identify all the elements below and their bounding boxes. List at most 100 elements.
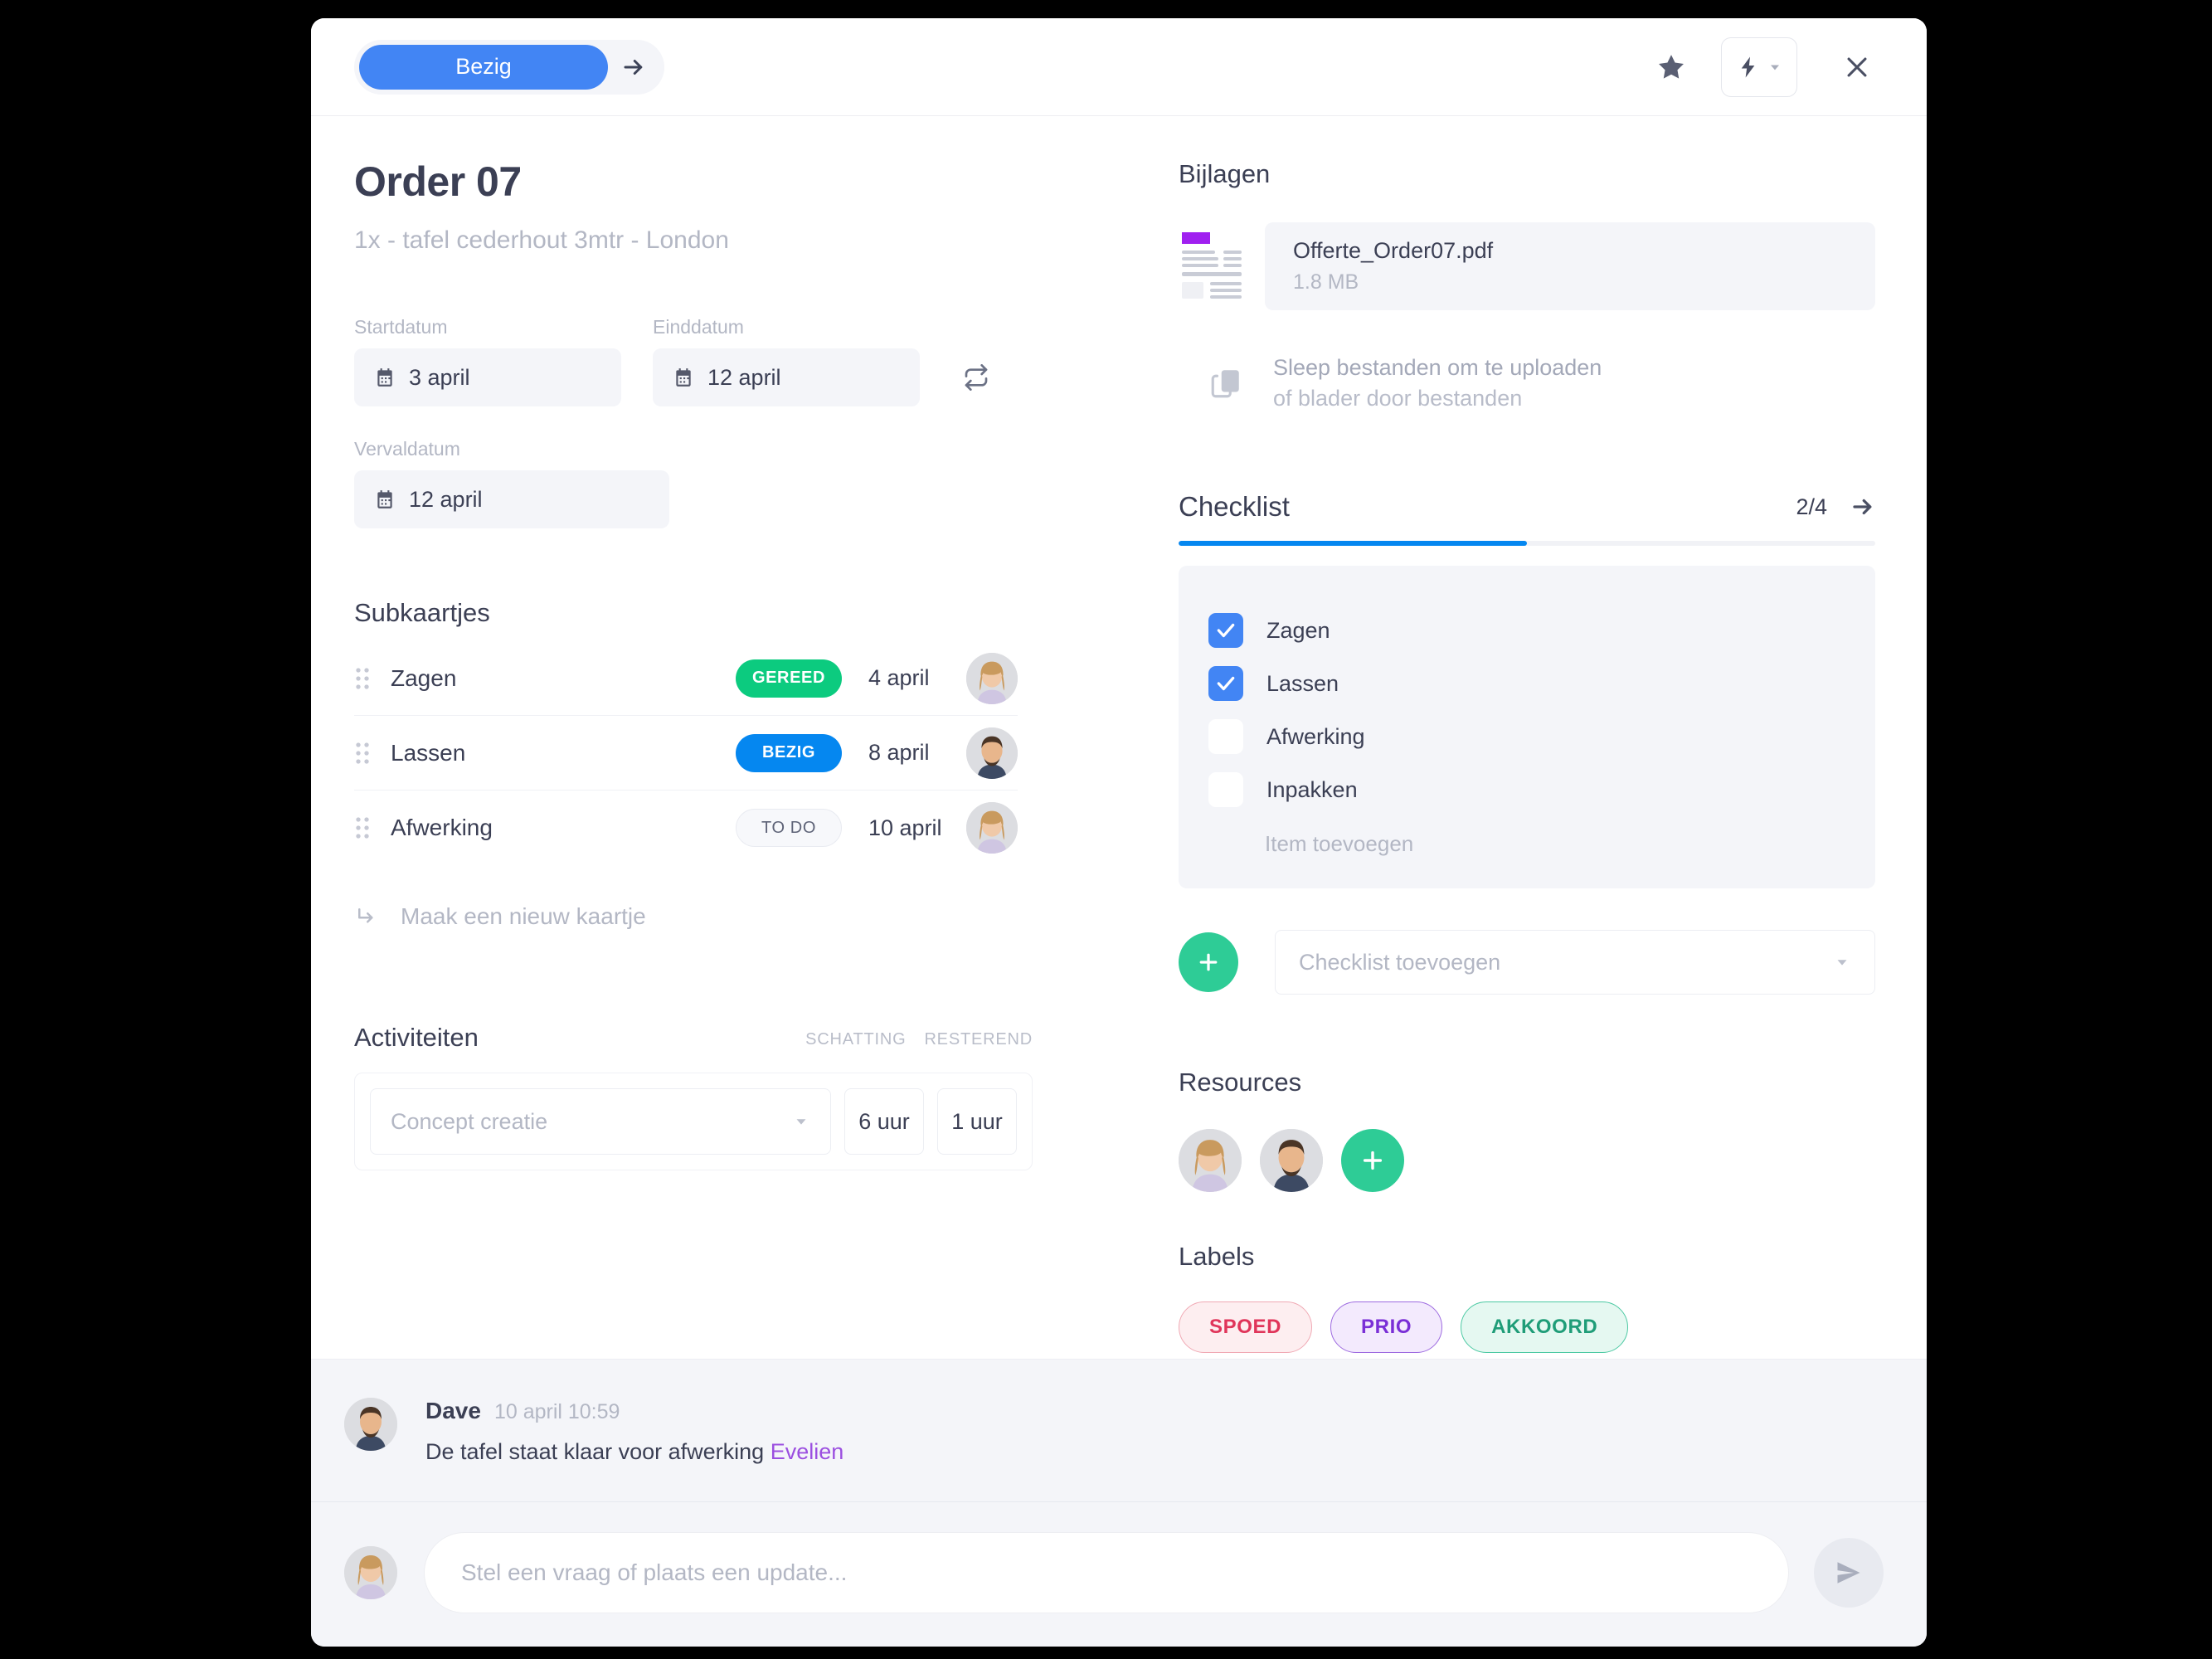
resources-avatars xyxy=(1179,1129,1875,1192)
close-window-button[interactable] xyxy=(1832,42,1882,92)
avatar[interactable] xyxy=(966,802,1018,854)
status-next-button[interactable] xyxy=(608,45,659,90)
labels-section: Labels SPOED PRIO AKKOORD xyxy=(1179,1242,1875,1353)
due-date-input[interactable]: 12 april xyxy=(354,470,669,528)
status-badge[interactable]: TO DO xyxy=(736,809,842,847)
activities-heading: Activiteiten xyxy=(354,1023,479,1052)
checklist-template-select[interactable]: Checklist toevoegen xyxy=(1275,930,1875,995)
checkbox-unchecked-icon[interactable] xyxy=(1208,719,1243,754)
calendar-icon xyxy=(673,367,694,388)
card-detail-window: Bezig Order 07 1x - tafel cederhout 3mtr… xyxy=(311,18,1927,1647)
start-date-value: 3 april xyxy=(409,364,470,390)
create-new-card-button[interactable]: Maak een nieuw kaartje xyxy=(354,903,1149,930)
subcard-date: 8 april xyxy=(868,740,930,765)
dates-row: Startdatum 3 april Einddatum 12 april xyxy=(354,316,1149,406)
table-row[interactable]: Lassen BEZIG 8 april xyxy=(354,716,1018,791)
resources-heading: Resources xyxy=(1179,1068,1302,1097)
avatar[interactable] xyxy=(344,1546,397,1599)
footer: Dave 10 april 10:59 De tafel staat klaar… xyxy=(311,1359,1927,1647)
add-checklist-item-button[interactable]: Item toevoegen xyxy=(1179,831,1875,857)
comment-item: Dave 10 april 10:59 De tafel staat klaar… xyxy=(311,1360,1927,1502)
checkbox-checked-icon[interactable] xyxy=(1208,666,1243,701)
activity-remaining-value[interactable]: 1 uur xyxy=(937,1088,1017,1155)
subcards-heading: Subkaartjes xyxy=(354,598,490,627)
avatar[interactable] xyxy=(966,727,1018,779)
list-item[interactable]: Zagen xyxy=(1179,604,1875,657)
page-title: Order 07 xyxy=(354,158,522,205)
dropzone-line-1: Sleep bestanden om te uploaden xyxy=(1273,355,1602,380)
add-checklist-button[interactable] xyxy=(1179,932,1238,992)
plus-icon xyxy=(1199,953,1218,971)
comment-text: De tafel staat klaar voor afwerking Evel… xyxy=(425,1439,843,1465)
avatar[interactable] xyxy=(966,652,1018,704)
send-comment-button[interactable] xyxy=(1814,1538,1884,1608)
comment-author: Dave xyxy=(425,1398,481,1423)
left-column: Order 07 1x - tafel cederhout 3mtr - Lon… xyxy=(311,159,1149,1359)
copy-files-icon xyxy=(1208,366,1243,401)
comment-composer: Stel een vraag of plaats een update... xyxy=(311,1502,1927,1647)
attachment-card[interactable]: Offerte_Order07.pdf 1.8 MB xyxy=(1265,222,1875,310)
due-date-label: Vervaldatum xyxy=(354,438,460,460)
table-row[interactable]: Zagen GEREED 4 april xyxy=(354,641,1018,716)
swap-arrows-icon xyxy=(965,364,988,391)
calendar-icon xyxy=(374,367,396,388)
avatar[interactable] xyxy=(344,1398,397,1451)
drag-handle-icon[interactable] xyxy=(354,666,391,691)
checkbox-unchecked-icon[interactable] xyxy=(1208,772,1243,807)
status-badge[interactable]: BEZIG xyxy=(736,733,842,772)
end-date-label: Einddatum xyxy=(653,316,744,338)
dropzone-line-2: of blader door bestanden xyxy=(1273,386,1523,411)
checklist-expand-button[interactable] xyxy=(1850,494,1875,519)
automations-button[interactable] xyxy=(1721,36,1797,97)
list-item[interactable]: Inpakken xyxy=(1179,763,1875,816)
subcard-name: Afwerking xyxy=(391,815,493,840)
favorite-star-button[interactable] xyxy=(1646,42,1696,92)
checklist-heading: Checklist xyxy=(1179,491,1290,522)
checklist-item-label: Zagen xyxy=(1266,617,1330,643)
checkbox-checked-icon[interactable] xyxy=(1208,613,1243,648)
due-date-group: Vervaldatum 12 april xyxy=(354,438,1149,528)
attachment-file-name: Offerte_Order07.pdf xyxy=(1293,238,1494,263)
close-icon xyxy=(1847,57,1867,76)
subcard-date: 4 april xyxy=(868,665,930,690)
drag-handle-icon[interactable] xyxy=(354,815,391,840)
activity-type-select[interactable]: Concept creatie xyxy=(370,1088,831,1155)
label-chip-prio[interactable]: PRIO xyxy=(1330,1301,1443,1353)
drag-handle-icon[interactable] xyxy=(354,741,391,766)
status-badge[interactable]: GEREED xyxy=(736,659,842,698)
activities-header: Activiteiten SCHATTING RESTEREND xyxy=(354,1023,1033,1053)
activity-type-value: Concept creatie xyxy=(391,1108,548,1134)
send-icon xyxy=(1837,1562,1860,1584)
star-icon xyxy=(1659,54,1684,79)
start-date-input[interactable]: 3 april xyxy=(354,348,621,406)
comment-input[interactable]: Stel een vraag of plaats een update... xyxy=(424,1532,1789,1613)
due-date-value: 12 april xyxy=(409,486,483,512)
list-item[interactable]: Afwerking xyxy=(1179,710,1875,763)
right-column: Bijlagen Offerte_Order07.pdf 1.8 MB Slee… xyxy=(1149,159,1927,1359)
comment-body: Dave 10 april 10:59 De tafel staat klaar… xyxy=(425,1398,843,1465)
status-button-bezig[interactable]: Bezig xyxy=(359,44,608,90)
plus-icon xyxy=(1363,1151,1383,1170)
file-dropzone[interactable]: Sleep bestanden om te uploaden of blader… xyxy=(1179,355,1875,411)
attachment-item[interactable]: Offerte_Order07.pdf 1.8 MB xyxy=(1179,222,1875,310)
end-date-input[interactable]: 12 april xyxy=(653,348,920,406)
swap-dates-button[interactable] xyxy=(951,348,1001,406)
end-date-value: 12 april xyxy=(707,364,781,390)
chevron-down-icon xyxy=(1770,65,1779,70)
pdf-document-thumbnail xyxy=(1179,229,1265,304)
table-row[interactable]: Afwerking TO DO 10 april xyxy=(354,791,1018,865)
activity-estimate-value[interactable]: 6 uur xyxy=(844,1088,924,1155)
subcard-date: 10 april xyxy=(868,815,942,840)
list-item[interactable]: Lassen xyxy=(1179,657,1875,710)
status-toggle-group[interactable]: Bezig xyxy=(354,39,664,95)
checklist-item-label: Afwerking xyxy=(1266,723,1365,749)
add-resource-button[interactable] xyxy=(1341,1129,1404,1192)
label-chip-spoed[interactable]: SPOED xyxy=(1179,1301,1313,1353)
comment-mention[interactable]: Evelien xyxy=(771,1439,844,1464)
avatar[interactable] xyxy=(1260,1129,1323,1192)
arrow-return-icon xyxy=(354,904,379,929)
subcard-name: Lassen xyxy=(391,739,466,766)
arrow-right-icon xyxy=(1853,499,1872,515)
avatar[interactable] xyxy=(1179,1129,1242,1192)
label-chip-akkoord[interactable]: AKKOORD xyxy=(1461,1301,1629,1353)
